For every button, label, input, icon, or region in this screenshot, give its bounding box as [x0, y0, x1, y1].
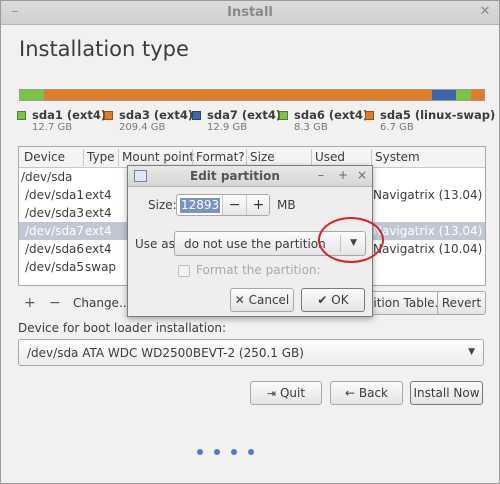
legend-swatch [17, 111, 26, 120]
progress-dot [197, 449, 203, 455]
remove-partition-button[interactable]: − [49, 295, 61, 311]
partition-legend: sda1 (ext4) 12.7 GB sda3 (ext4) 209.4 GB sda… [17, 108, 495, 138]
cell-system: Navigatrix (13.04) [373, 188, 483, 202]
cell-type: ext4 [85, 224, 112, 238]
back-arrow-icon: ← [344, 386, 356, 400]
column-header[interactable]: Size [250, 150, 275, 164]
back-label: Back [358, 386, 389, 400]
size-increase-button[interactable]: + [246, 195, 269, 215]
column-separator [311, 149, 312, 166]
partition-segment-sda3 [43, 90, 432, 100]
legend-name: sda1 (ext4) [32, 108, 107, 122]
back-button[interactable]: ← Back [330, 381, 403, 405]
change-partition-button[interactable]: Change... [73, 296, 130, 310]
partition-segment-sda5 [470, 90, 484, 100]
ok-label: OK [331, 293, 349, 307]
cell-device: /dev/sda7 [25, 224, 85, 238]
dialog-minimize-button[interactable]: – [318, 168, 324, 182]
install-now-button[interactable]: Install Now [410, 381, 483, 405]
legend-swatch [192, 111, 201, 120]
cell-device: /dev/sda [21, 170, 73, 184]
use-as-label: Use as: [135, 237, 179, 251]
cell-device: /dev/sda5 [25, 260, 85, 274]
quit-label: Quit [279, 386, 306, 400]
window-titlebar[interactable]: – Install ✕ [1, 1, 499, 25]
legend-name: sda7 (ext4) [207, 108, 282, 122]
cell-device: /dev/sda1 [25, 188, 85, 202]
legend-swatch [365, 111, 374, 120]
format-partition-label: Format the partition: [196, 263, 321, 277]
progress-dot [231, 449, 237, 455]
size-unit-label: MB [277, 198, 296, 212]
add-partition-button[interactable]: + [24, 295, 36, 311]
checkmark-icon: ✔ [317, 293, 328, 307]
legend-swatch [104, 111, 113, 120]
cancel-x-icon: ✕ [234, 293, 245, 307]
column-header[interactable]: Device [24, 150, 65, 164]
column-header[interactable]: Type [87, 150, 115, 164]
size-label: Size: [148, 198, 177, 212]
format-partition-checkbox[interactable] [178, 265, 190, 277]
window-close-button[interactable]: ✕ [477, 4, 493, 20]
dialog-title: Edit partition [190, 169, 280, 183]
quit-icon: ⇥ [266, 387, 277, 400]
column-header[interactable]: Format? [196, 150, 245, 164]
cell-system: Navigatrix (10.04) [373, 242, 483, 256]
cell-device: /dev/sda6 [25, 242, 85, 256]
boot-loader-value: /dev/sda ATA WDC WD2500BEVT-2 (250.1 GB) [27, 346, 304, 360]
cell-type: swap [85, 260, 117, 274]
legend-name: sda3 (ext4) [119, 108, 194, 122]
column-separator [246, 149, 247, 166]
page-title: Installation type [19, 37, 189, 61]
cell-device: /dev/sda3 [25, 206, 85, 220]
legend-size: 12.9 GB [207, 122, 248, 133]
partition-segment-sda7 [431, 90, 456, 100]
progress-dot [248, 449, 254, 455]
legend-name: sda5 (linux-swap) [380, 108, 496, 122]
ok-button[interactable]: ✔ OK [301, 288, 365, 312]
cancel-button[interactable]: ✕ Cancel [230, 288, 294, 312]
window-title: Install [227, 5, 273, 20]
use-as-value: do not use the partition [184, 237, 326, 251]
column-separator [371, 149, 372, 166]
legend-name: sda6 (ext4) [294, 108, 369, 122]
size-value[interactable]: 12893 [180, 198, 221, 213]
boot-loader-label: Device for boot loader installation: [18, 321, 227, 335]
size-spinbox[interactable]: 12893 − + [176, 194, 270, 216]
revert-button[interactable]: Revert [437, 291, 486, 315]
boot-loader-combo[interactable]: /dev/sda ATA WDC WD2500BEVT-2 (250.1 GB)… [18, 339, 484, 366]
cell-type: ext4 [85, 242, 112, 256]
quit-button[interactable]: ⇥ Quit [250, 381, 322, 405]
legend-size: 6.7 GB [380, 122, 414, 133]
column-separator [192, 149, 193, 166]
legend-size: 12.7 GB [32, 122, 73, 133]
column-header[interactable]: System [375, 150, 420, 164]
legend-size: 209.4 GB [119, 122, 166, 133]
size-decrease-button[interactable]: − [222, 195, 246, 215]
column-header[interactable]: Used [315, 150, 345, 164]
legend-swatch [279, 111, 288, 120]
cell-type: ext4 [85, 188, 112, 202]
column-separator [83, 149, 84, 166]
progress-dots [197, 449, 307, 457]
dialog-maximize-button[interactable]: + [338, 168, 348, 182]
cell-type: ext4 [85, 206, 112, 220]
column-header[interactable]: Mount point [122, 150, 194, 164]
partition-bar [19, 89, 485, 101]
cancel-label: Cancel [248, 293, 290, 307]
chevron-down-icon: ▼ [468, 347, 475, 357]
column-separator [118, 149, 119, 166]
progress-dot [214, 449, 220, 455]
partition-segment-sda1 [20, 90, 44, 100]
legend-size: 8.3 GB [294, 122, 328, 133]
annotation-circle [318, 217, 384, 263]
partition-segment-sda6 [455, 90, 471, 100]
dialog-close-button[interactable]: × [357, 168, 367, 182]
window-icon [134, 170, 147, 182]
dialog-titlebar[interactable]: Edit partition – + × [128, 166, 372, 187]
cell-system: Navigatrix (13.04) [373, 224, 483, 238]
